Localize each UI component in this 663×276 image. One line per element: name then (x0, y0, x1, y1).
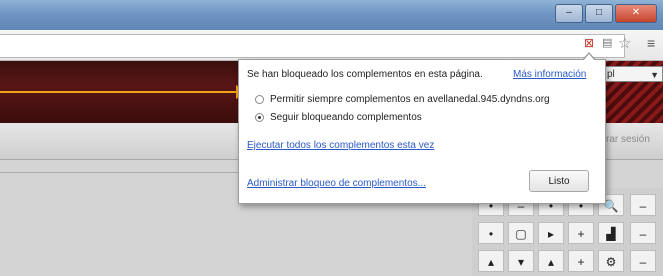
pad-button[interactable]: – (630, 250, 656, 272)
keep-blocking-option[interactable]: Seguir bloqueando complementos (255, 112, 422, 123)
minimize-button[interactable]: – (555, 4, 583, 23)
more-info-link[interactable]: Más información (513, 69, 586, 80)
popup-tail-fill (583, 54, 595, 61)
address-bar[interactable] (0, 34, 625, 58)
settings-icon[interactable]: ⚙ (598, 250, 624, 272)
pad-button[interactable]: ▾ (508, 250, 534, 272)
maximize-button[interactable]: □ (585, 4, 613, 23)
pad-button[interactable]: ▢ (508, 222, 534, 244)
plugins-blocked-bubble: Se han bloqueado los complementos en est… (238, 59, 606, 204)
signal-icon[interactable]: ▟ (598, 222, 624, 244)
callout-arrow (0, 91, 238, 93)
window-titlebar: – □ ✕ (0, 0, 663, 30)
pad-button[interactable]: • (478, 222, 504, 244)
close-button[interactable]: ✕ (615, 4, 657, 23)
radio-button-selected[interactable] (255, 113, 264, 122)
pad-button[interactable]: ▴ (538, 250, 564, 272)
logout-link[interactable]: rar sesión (606, 134, 650, 145)
page-action-icon[interactable]: ▤ (602, 36, 612, 49)
language-select[interactable]: pl ▼ (600, 66, 663, 82)
radio-button[interactable] (255, 95, 264, 104)
pad-button[interactable]: – (630, 194, 656, 216)
browser-toolbar: ⊠ ▤ ☆ ≡ (0, 30, 663, 61)
allow-plugins-label: Permitir siempre complementos en avellan… (270, 94, 550, 105)
window-controls: – □ ✕ (555, 4, 657, 23)
allow-plugins-option[interactable]: Permitir siempre complementos en avellan… (255, 94, 550, 105)
pad-button[interactable]: ▴ (478, 250, 504, 272)
blocked-message: Se han bloqueado los complementos en est… (247, 69, 483, 80)
chevron-down-icon: ▼ (650, 70, 659, 80)
keep-blocking-label: Seguir bloqueando complementos (270, 112, 422, 123)
language-select-value: pl (607, 69, 615, 80)
menu-icon[interactable]: ≡ (647, 35, 655, 51)
pad-button[interactable]: + (568, 222, 594, 244)
pad-button[interactable]: ▸ (538, 222, 564, 244)
plugin-blocked-icon[interactable]: ⊠ (584, 36, 594, 50)
pad-button[interactable]: – (630, 222, 656, 244)
bookmark-star-icon[interactable]: ☆ (618, 34, 631, 52)
pad-button[interactable]: + (568, 250, 594, 272)
done-button[interactable]: Listo (529, 170, 589, 192)
run-all-plugins-link[interactable]: Ejecutar todos los complementos esta vez (247, 140, 434, 151)
manage-blocking-link[interactable]: Administrar bloqueo de complementos... (247, 178, 426, 189)
